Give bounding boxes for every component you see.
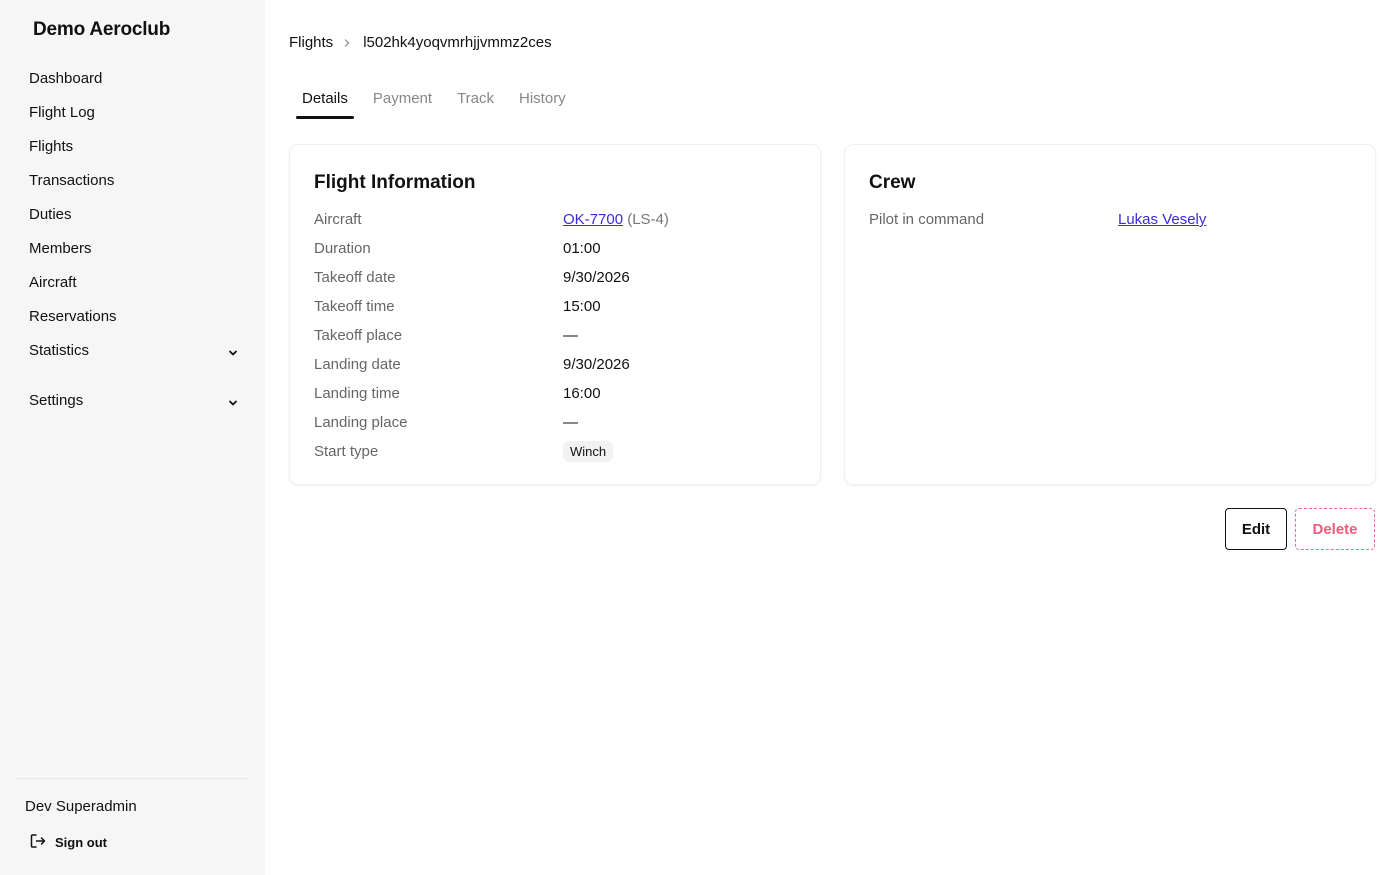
detail-label: Takeoff time bbox=[314, 298, 395, 315]
detail-label: Takeoff date bbox=[314, 269, 396, 286]
tab-bar: Details Payment Track History bbox=[296, 80, 585, 119]
tab-track[interactable]: Track bbox=[451, 80, 500, 119]
sidebar: Demo Aeroclub Dashboard Flight Log Fligh… bbox=[0, 0, 265, 875]
detail-row-landing-date: Landing date 9/30/2026 bbox=[314, 350, 794, 379]
sidebar-item-label: Members bbox=[29, 239, 92, 257]
chevron-down-icon[interactable] bbox=[228, 345, 238, 356]
detail-label: Duration bbox=[314, 240, 371, 257]
detail-row-duration: Duration 01:00 bbox=[314, 234, 794, 263]
sidebar-item-flight-log[interactable]: Flight Log bbox=[0, 95, 265, 129]
start-type-badge: Winch bbox=[563, 441, 614, 462]
detail-value: 9/30/2026 bbox=[563, 356, 630, 373]
sidebar-item-label: Statistics bbox=[29, 341, 90, 359]
breadcrumb: Flights l502hk4yoqvmrhjjvmmz2ces bbox=[289, 34, 552, 51]
breadcrumb-current: l502hk4yoqvmrhjjvmmz2ces bbox=[363, 34, 552, 51]
sidebar-item-label: Transactions bbox=[29, 171, 115, 189]
detail-value: 01:00 bbox=[563, 240, 601, 257]
sidebar-item-label: Settings bbox=[29, 391, 84, 409]
detail-label: Landing place bbox=[314, 414, 408, 431]
crew-list: Pilot in command Lukas Vesely bbox=[869, 205, 1349, 234]
sidebar-item-settings[interactable]: Settings bbox=[0, 383, 265, 417]
sign-out-button[interactable]: Sign out bbox=[29, 832, 107, 853]
crew-row-pilot-in-command: Pilot in command Lukas Vesely bbox=[869, 205, 1349, 234]
sidebar-item-dashboard[interactable]: Dashboard bbox=[0, 61, 265, 95]
sidebar-nav: Dashboard Flight Log Flights Transaction… bbox=[0, 61, 265, 417]
aircraft-link[interactable]: OK-7700 bbox=[563, 211, 623, 228]
sidebar-item-label: Flight Log bbox=[29, 103, 95, 121]
pilot-link[interactable]: Lukas Vesely bbox=[1118, 211, 1206, 228]
sidebar-item-duties[interactable]: Duties bbox=[0, 197, 265, 231]
detail-row-takeoff-time: Takeoff time 15:00 bbox=[314, 292, 794, 321]
detail-row-start-type: Start type Winch bbox=[314, 437, 794, 466]
detail-label: Landing date bbox=[314, 356, 401, 373]
sidebar-item-label: Reservations bbox=[29, 307, 117, 325]
detail-row-landing-time: Landing time 16:00 bbox=[314, 379, 794, 408]
current-user-name: Dev Superadmin bbox=[25, 798, 137, 815]
detail-value: — bbox=[563, 414, 578, 431]
tab-details[interactable]: Details bbox=[296, 80, 354, 119]
detail-label: Aircraft bbox=[314, 211, 362, 228]
sidebar-item-reservations[interactable]: Reservations bbox=[0, 299, 265, 333]
sidebar-divider bbox=[16, 778, 248, 779]
sign-out-label: Sign out bbox=[55, 835, 107, 850]
edit-button[interactable]: Edit bbox=[1225, 508, 1287, 550]
sidebar-item-label: Aircraft bbox=[29, 273, 77, 291]
aircraft-type: (LS-4) bbox=[627, 211, 669, 228]
sidebar-item-members[interactable]: Members bbox=[0, 231, 265, 265]
main-content: Flights l502hk4yoqvmrhjjvmmz2ces Details… bbox=[265, 0, 1400, 875]
detail-value: 16:00 bbox=[563, 385, 601, 402]
tab-payment[interactable]: Payment bbox=[367, 80, 438, 119]
detail-value: OK-7700 (LS-4) bbox=[563, 211, 669, 228]
detail-row-aircraft: Aircraft OK-7700 (LS-4) bbox=[314, 205, 794, 234]
breadcrumb-flights-link[interactable]: Flights bbox=[289, 34, 333, 51]
sidebar-item-flights[interactable]: Flights bbox=[0, 129, 265, 163]
card-title: Flight Information bbox=[314, 172, 476, 193]
detail-row-landing-place: Landing place — bbox=[314, 408, 794, 437]
sidebar-item-label: Duties bbox=[29, 205, 72, 223]
sidebar-item-label: Dashboard bbox=[29, 69, 103, 87]
flight-details-list: Aircraft OK-7700 (LS-4) Duration 01:00 T… bbox=[314, 205, 794, 466]
sidebar-item-label: Flights bbox=[29, 137, 74, 155]
crew-label: Pilot in command bbox=[869, 211, 985, 228]
card-title: Crew bbox=[869, 172, 916, 193]
sidebar-item-statistics[interactable]: Statistics bbox=[0, 333, 265, 367]
flight-information-card: Flight Information Aircraft OK-7700 (LS-… bbox=[290, 145, 820, 484]
detail-row-takeoff-date: Takeoff date 9/30/2026 bbox=[314, 263, 794, 292]
delete-button[interactable]: Delete bbox=[1295, 508, 1375, 550]
detail-value: Winch bbox=[563, 441, 614, 462]
detail-row-takeoff-place: Takeoff place — bbox=[314, 321, 794, 350]
crew-card: Crew Pilot in command Lukas Vesely bbox=[845, 145, 1375, 484]
detail-label: Takeoff place bbox=[314, 327, 403, 344]
tab-history[interactable]: History bbox=[513, 80, 572, 119]
crew-value: Lukas Vesely bbox=[1118, 211, 1206, 228]
detail-label: Landing time bbox=[314, 385, 400, 402]
chevron-down-icon[interactable] bbox=[228, 395, 238, 406]
app-brand: Demo Aeroclub bbox=[33, 19, 171, 40]
detail-value: 9/30/2026 bbox=[563, 269, 630, 286]
sign-out-icon bbox=[29, 832, 47, 853]
sidebar-item-aircraft[interactable]: Aircraft bbox=[0, 265, 265, 299]
detail-value: — bbox=[563, 327, 578, 344]
action-bar: Edit Delete bbox=[1225, 508, 1375, 550]
sidebar-item-transactions[interactable]: Transactions bbox=[0, 163, 265, 197]
detail-label: Start type bbox=[314, 443, 379, 460]
chevron-right-icon bbox=[343, 38, 351, 48]
detail-value: 15:00 bbox=[563, 298, 601, 315]
